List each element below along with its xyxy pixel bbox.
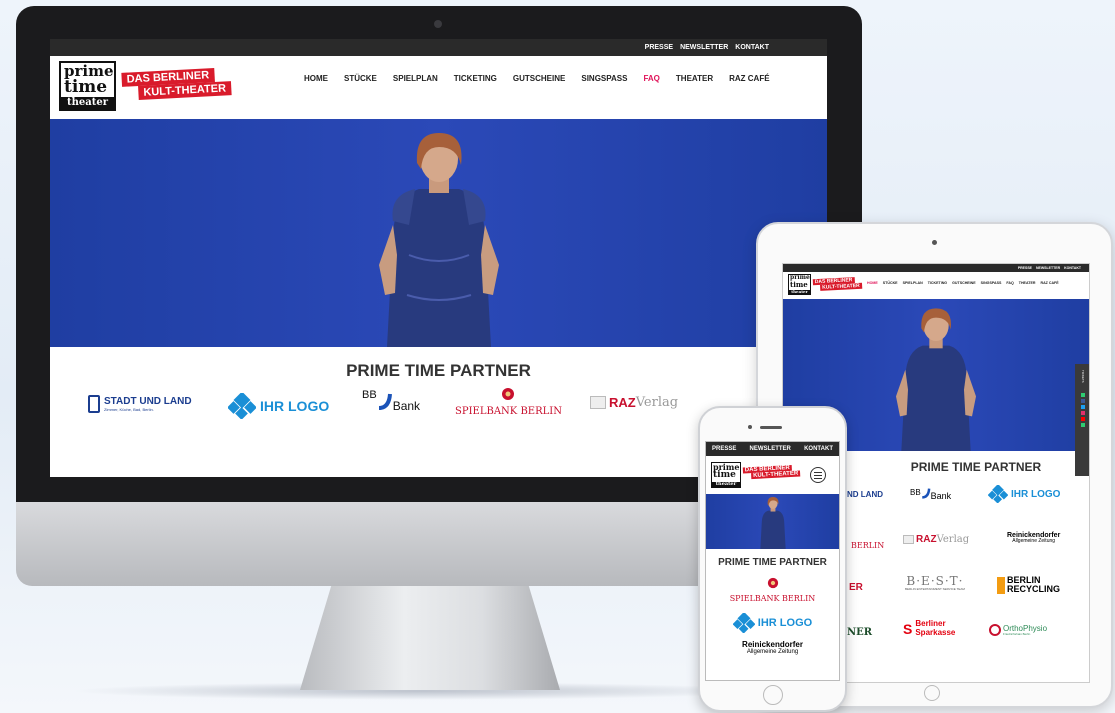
site-logo[interactable]: prime time theater <box>59 61 116 111</box>
mobile-partner-reinickendorfer[interactable]: Reinickendorfer Allgemeine Zeitung <box>706 640 839 656</box>
partner-title: PRIME TIME PARTNER <box>346 361 531 380</box>
bb-bank-swoosh-icon <box>378 393 392 410</box>
stadt-und-land-icon <box>88 395 100 413</box>
mobile-spielbank-icon <box>767 577 778 589</box>
tablet-partner-bb-bank[interactable]: BB Bank <box>910 484 951 501</box>
youtube-icon[interactable] <box>1081 416 1085 421</box>
tablet-camera-icon <box>932 240 937 245</box>
tablet-partner-reinickendorfer[interactable]: Reinickendorfer Allgemeine Zeitung <box>1007 532 1060 544</box>
tablet-main-nav: HOME STÜCKE SPIELPLAN TICKETING GUTSCHEI… <box>867 281 1059 285</box>
twitter-icon[interactable] <box>1081 404 1085 409</box>
mobile-partner-title: PRIME TIME PARTNER <box>718 557 827 568</box>
tablet-top-link-presse[interactable]: PRESSE <box>1018 266 1032 270</box>
tablet-nav-faq[interactable]: FAQ <box>1006 281 1013 285</box>
tablet-nav-stuecke[interactable]: STÜCKE <box>883 281 898 285</box>
spielbank-icon <box>502 388 515 400</box>
mobile-top-link-presse[interactable]: PRESSE <box>712 446 736 452</box>
top-link-kontakt[interactable]: KONTAKT <box>735 44 769 51</box>
mobile-partner-spielbank[interactable]: SPIELBANK BERLIN <box>706 576 839 603</box>
tablet-bb-swoosh-icon <box>921 487 931 499</box>
facebook-icon[interactable] <box>1081 398 1085 403</box>
phone-home-button[interactable] <box>763 685 783 705</box>
tablet-raz-book-icon <box>903 535 914 544</box>
spotify-icon[interactable] <box>1081 422 1085 427</box>
tablet-partner-raz-verlag[interactable]: RAZ Verlag <box>903 534 969 545</box>
tablet-partner-best[interactable]: B·E·S·T· BERLIN ENTERTAINMENT SERVICE TE… <box>905 574 965 591</box>
tablet-tickets-tab[interactable]: TICKETS <box>1081 370 1085 383</box>
phone-camera-icon <box>748 425 752 429</box>
tablet-top-bar: PRESSE NEWSLETTER KONTAKT <box>783 264 1089 272</box>
mobile-partner-ihr-logo[interactable]: IHR LOGO <box>706 613 839 633</box>
mobile-top-link-newsletter[interactable]: NEWSLETTER <box>750 446 791 452</box>
tablet-nav-ticketing[interactable]: TICKETING <box>928 281 947 285</box>
orthophysio-icon <box>989 624 1001 636</box>
site-tagline: DAS BERLINER KULT-THEATER <box>121 67 232 101</box>
main-nav: HOME STÜCKE SPIELPLAN TICKETING GUTSCHEI… <box>304 74 770 83</box>
desktop-header: prime time theater DAS BERLINER KULT-THE… <box>50 56 827 119</box>
mobile-top-bar: PRESSE NEWSLETTER KONTAKT <box>706 442 839 456</box>
recycling-icon <box>997 576 1005 594</box>
tablet-partner-ihr-logo[interactable]: IHR LOGO <box>988 485 1060 503</box>
ihr-logo-icon <box>228 393 256 419</box>
mobile-top-link-kontakt[interactable]: KONTAKT <box>804 446 833 452</box>
instagram-icon[interactable] <box>1081 410 1085 415</box>
top-link-presse[interactable]: PRESSE <box>645 44 673 51</box>
tablet-partner-partial-3[interactable]: ER <box>849 582 863 593</box>
nav-ticketing[interactable]: TICKETING <box>454 74 497 83</box>
partner-ihr-logo[interactable]: IHR LOGO <box>228 393 329 419</box>
tablet-partner-sparkasse[interactable]: S Berliner Sparkasse <box>903 619 955 638</box>
partner-stadt-und-land[interactable]: STADT UND LAND Zimmer, Küche, Bad, Berli… <box>88 395 192 413</box>
nav-theater[interactable]: THEATER <box>676 74 713 83</box>
sparkasse-icon: S <box>903 620 913 637</box>
tablet-nav-theater[interactable]: THEATER <box>1019 281 1036 285</box>
mobile-site-logo[interactable]: prime time theater <box>711 462 741 488</box>
performer-image <box>378 133 499 347</box>
tablet-nav-home[interactable]: HOME <box>867 281 878 285</box>
tablet-nav-spielplan[interactable]: SPIELPLAN <box>903 281 923 285</box>
raz-book-icon <box>590 396 606 409</box>
hero-banner <box>50 119 827 347</box>
tablet-nav-gutscheine[interactable]: GUTSCHEINE <box>952 281 976 285</box>
tablet-performer-image <box>896 308 976 451</box>
mobile-website: PRESSE NEWSLETTER KONTAKT prime time the… <box>705 441 840 681</box>
tablet-ihr-logo-icon <box>988 485 1008 503</box>
mobile-hero-banner <box>706 494 839 549</box>
imac-stand <box>300 586 560 690</box>
partner-raz-verlag[interactable]: RAZ Verlag <box>590 395 678 410</box>
tablet-social-sidebar: TICKETS <box>1075 364 1089 476</box>
nav-gutscheine[interactable]: GUTSCHEINE <box>513 74 565 83</box>
mobile-site-tagline: DAS BERLINER KULT-THEATER <box>742 464 801 480</box>
nav-home[interactable]: HOME <box>304 74 328 83</box>
whatsapp-icon[interactable] <box>1081 392 1085 397</box>
partner-spielbank-berlin[interactable]: SPIELBANK BERLIN <box>455 387 562 417</box>
tablet-home-button[interactable] <box>924 685 940 701</box>
tablet-partner-stadt-und-land[interactable]: ND LAND <box>847 490 883 499</box>
phone-speaker <box>760 426 782 429</box>
nav-singspass[interactable]: SINGSPASS <box>581 74 627 83</box>
partner-bb-bank[interactable]: BB Bank <box>362 389 420 413</box>
tablet-partner-orthophysio[interactable]: OrthoPhysio Friedrichshain Berlin <box>989 624 1047 636</box>
desktop-top-bar: PRESSE NEWSLETTER KONTAKT <box>50 39 827 56</box>
nav-raz-cafe[interactable]: RAZ CAFÉ <box>729 74 769 83</box>
nav-faq[interactable]: FAQ <box>643 74 659 83</box>
top-link-newsletter[interactable]: NEWSLETTER <box>680 44 728 51</box>
nav-stuecke[interactable]: STÜCKE <box>344 74 377 83</box>
tablet-site-tagline: DAS BERLINER KULT-THEATER <box>812 277 862 291</box>
mobile-performer-image <box>759 496 786 549</box>
tablet-top-link-kontakt[interactable]: KONTAKT <box>1064 266 1081 270</box>
tablet-top-link-newsletter[interactable]: NEWSLETTER <box>1036 266 1060 270</box>
tablet-site-logo[interactable]: prime time theater <box>788 274 811 295</box>
tablet-header: prime time theater DAS BERLINER KULT-THE… <box>783 272 1089 299</box>
mobile-header: prime time theater DAS BERLINER KULT-THE… <box>706 456 839 494</box>
tablet-nav-raz-cafe[interactable]: RAZ CAFÉ <box>1040 281 1058 285</box>
tablet-partner-spielbank[interactable]: BERLIN <box>851 541 884 550</box>
camera-icon <box>434 20 442 28</box>
nav-spielplan[interactable]: SPIELPLAN <box>393 74 438 83</box>
tablet-nav-singspass[interactable]: SINGSPASS <box>981 281 1002 285</box>
hamburger-menu-icon[interactable] <box>810 467 826 483</box>
tablet-partner-partial-4[interactable]: NER <box>847 627 872 638</box>
mobile-ihr-logo-icon <box>732 613 755 633</box>
tablet-partner-berlin-recycling[interactable]: BERLIN RECYCLING <box>997 576 1060 594</box>
